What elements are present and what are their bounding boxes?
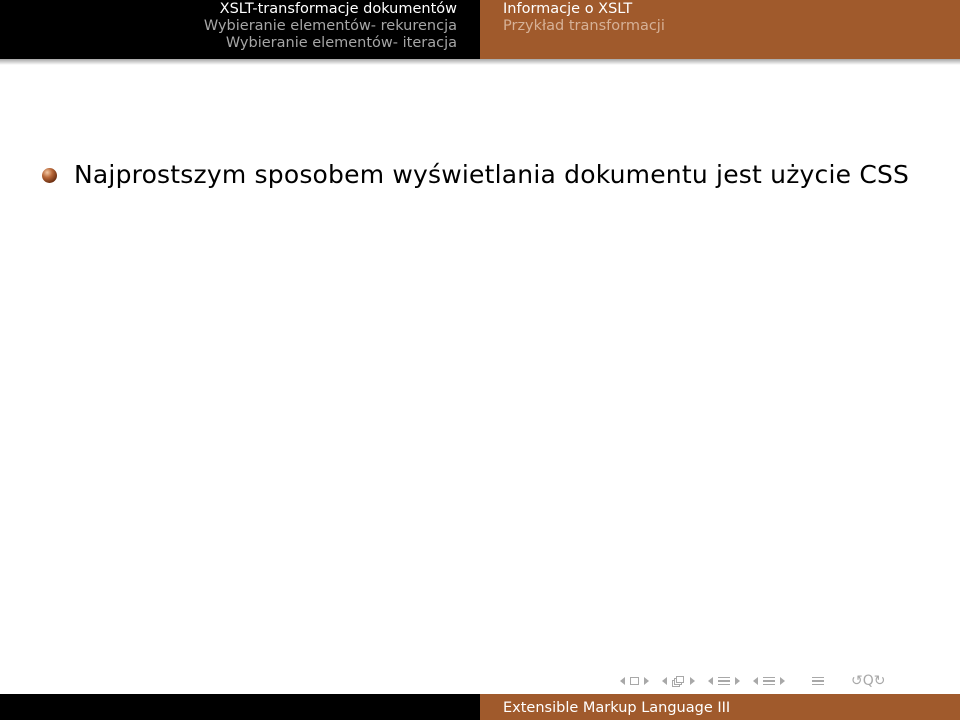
header-shadow [0,59,960,65]
subsection-navigation: Informacje o XSLT Przykład transformacji [480,0,960,59]
next-slide-arrow-icon[interactable] [644,677,649,685]
footer-bar: Extensible Markup Language III [0,694,960,720]
prev-frame-arrow-icon[interactable] [662,677,667,685]
slide-nav-icon[interactable] [620,677,649,685]
slide-box-icon [630,677,639,685]
subsection-lines-icon [718,676,730,686]
slide-content: Najprostszym sposobem wyświetlania dokum… [42,160,920,189]
footer-title: Extensible Markup Language III [503,700,731,716]
document-lines-icon [812,676,824,686]
subsection-nav-icon[interactable] [708,676,740,686]
section-link-xslt-transformacje[interactable]: XSLT-transformacje dokumentów [220,1,457,18]
slide: XSLT-transformacje dokumentów Wybieranie… [0,0,960,720]
prev-slide-arrow-icon[interactable] [620,677,625,685]
footer-right: Extensible Markup Language III [480,694,960,720]
prev-subsection-arrow-icon[interactable] [708,677,713,685]
prev-section-arrow-icon[interactable] [753,677,758,685]
subsection-link-przyklad[interactable]: Przykład transformacji [503,18,665,35]
frame-nav-icon[interactable] [662,675,695,687]
section-link-iteracja[interactable]: Wybieranie elementów- iteracja [226,35,457,52]
search-icon[interactable]: ↺Q↻ [851,674,885,688]
section-lines-icon [763,676,775,686]
frame-stack-icon [672,675,685,687]
next-section-arrow-icon[interactable] [780,677,785,685]
section-navigation: XSLT-transformacje dokumentów Wybieranie… [0,0,480,59]
ball-bullet-icon [42,168,57,183]
list-item: Najprostszym sposobem wyświetlania dokum… [42,160,920,189]
section-nav-icon[interactable] [753,676,785,686]
navigation-symbols: ↺Q↻ [620,671,885,691]
section-link-rekurencja[interactable]: Wybieranie elementów- rekurencja [204,18,457,35]
subsection-link-informacje[interactable]: Informacje o XSLT [503,1,632,18]
header-bar: XSLT-transformacje dokumentów Wybieranie… [0,0,960,59]
next-frame-arrow-icon[interactable] [690,677,695,685]
footer-left [0,694,480,720]
list-item-text: Najprostszym sposobem wyświetlania dokum… [74,160,910,189]
next-subsection-arrow-icon[interactable] [735,677,740,685]
document-nav-icon[interactable] [812,676,824,686]
